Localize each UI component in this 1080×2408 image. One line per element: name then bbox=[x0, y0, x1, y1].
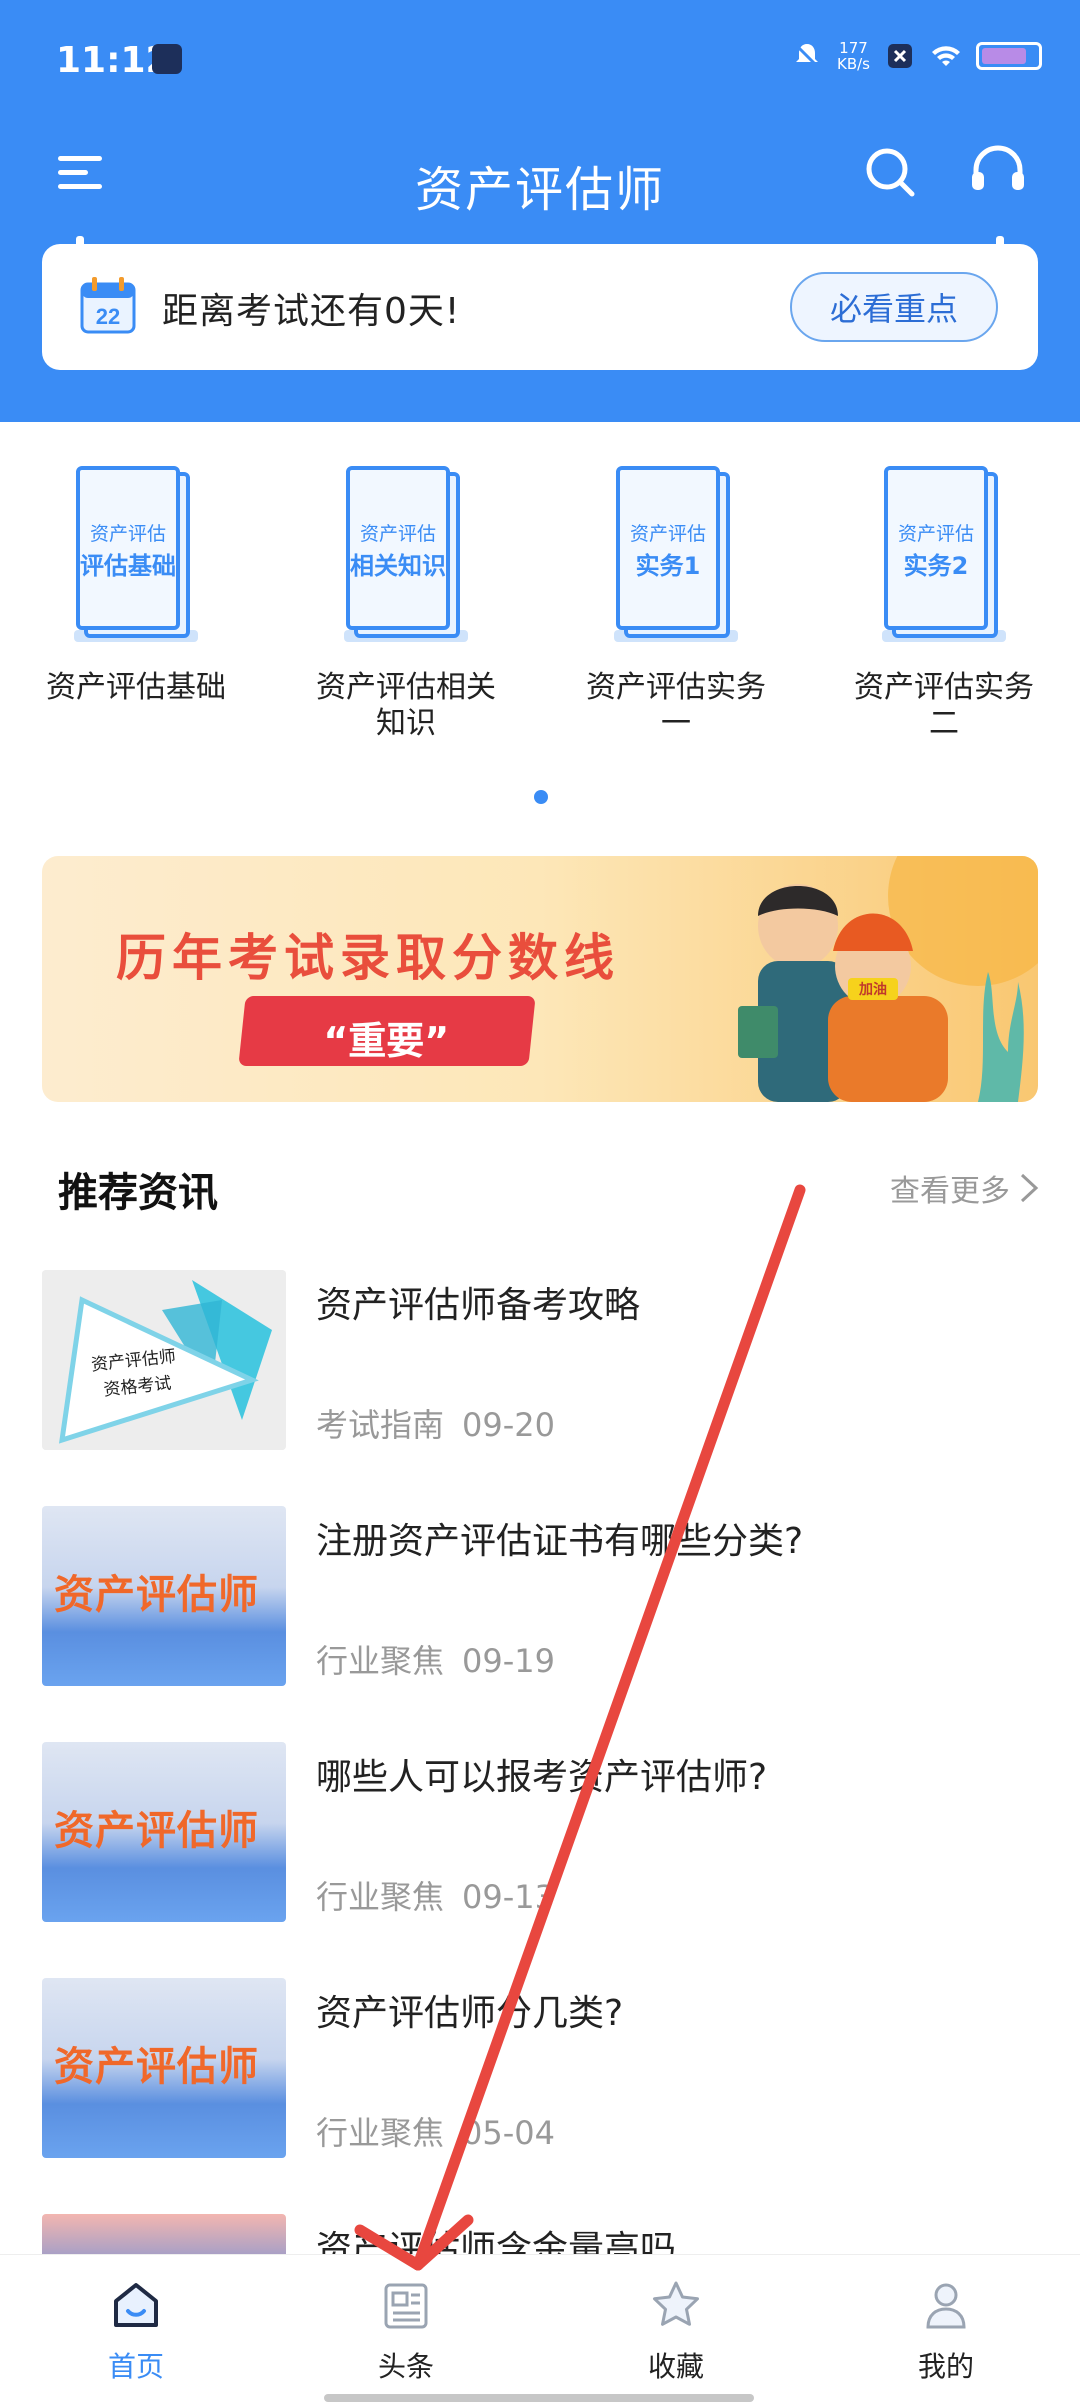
book-item[interactable]: 资产评估 实务2 资产评估实务二 bbox=[834, 460, 1054, 742]
svg-text:资产评估: 资产评估 bbox=[90, 523, 166, 545]
calendar-day: 22 bbox=[96, 304, 120, 329]
banner-tag: “重要” bbox=[238, 996, 536, 1066]
book-label: 资产评估相关知识 bbox=[316, 670, 496, 741]
book-label: 资产评估实务二 bbox=[854, 670, 1034, 741]
tab-label: 头条 bbox=[377, 2350, 434, 2383]
banner-badge: 加油 bbox=[858, 981, 887, 998]
book-item[interactable]: 资产评估 评估基础 资产评估基础 bbox=[26, 460, 246, 706]
status-bar: 11:12 177 KB/s bbox=[0, 0, 1080, 120]
svg-text:评估基础: 评估基础 bbox=[80, 552, 176, 580]
tab-home[interactable]: 首页 bbox=[46, 2277, 226, 2385]
subject-books: 资产评估 评估基础 资产评估基础 资产评估 相关知识 资产评估相关知识 资产评估 bbox=[0, 460, 1080, 760]
svg-text:实务1: 实务1 bbox=[636, 552, 701, 580]
news-thumbnail: 资产评估师 bbox=[42, 1978, 286, 2158]
news-meta: 行业聚焦 09-13 bbox=[316, 1872, 573, 1918]
news-thumbnail: 资产评估师 资格考试 bbox=[42, 1270, 286, 1450]
news-item[interactable]: 资产评估师 注册资产评估证书有哪些分类? 行业聚焦 09-19 bbox=[42, 1506, 1038, 1686]
news-title: 注册资产评估证书有哪些分类? bbox=[316, 1521, 804, 1562]
svg-text:实务2: 实务2 bbox=[904, 552, 969, 580]
thumb-text: 资产评估师 bbox=[54, 1572, 259, 1618]
mute-icon bbox=[793, 42, 821, 70]
tab-profile[interactable]: 我的 bbox=[856, 2277, 1036, 2385]
net-speed-value: 177 bbox=[839, 39, 868, 57]
news-category: 行业聚焦 bbox=[316, 1642, 445, 1680]
news-title: 资产评估师备考攻略 bbox=[316, 1285, 641, 1326]
book-item[interactable]: 资产评估 实务1 资产评估实务一 bbox=[566, 460, 786, 742]
news-date: 05-04 bbox=[462, 2114, 555, 2152]
search-icon[interactable] bbox=[862, 144, 918, 200]
students-illustration: 加油 bbox=[738, 856, 1038, 1102]
svg-text:资产评估: 资产评估 bbox=[898, 523, 974, 545]
headset-icon[interactable] bbox=[968, 144, 1028, 200]
book-item[interactable]: 资产评估 相关知识 资产评估相关知识 bbox=[296, 460, 516, 742]
carousel-page-indicator bbox=[534, 790, 548, 804]
calendar-icon: 22 bbox=[80, 277, 136, 334]
news-meta: 考试指南 09-20 bbox=[316, 1400, 573, 1446]
see-more-label: 查看更多 bbox=[890, 1174, 1010, 1209]
countdown-text: 距离考试还有0天! bbox=[162, 291, 461, 332]
must-see-button[interactable]: 必看重点 bbox=[790, 272, 998, 342]
banner-title: 历年考试录取分数线 bbox=[116, 929, 620, 987]
tab-label: 收藏 bbox=[647, 2350, 704, 2383]
news-item[interactable]: 资产评估师 资产评估师分几类? 行业聚焦 05-04 bbox=[42, 1978, 1038, 2158]
star-icon bbox=[653, 2281, 699, 2326]
status-icons: 177 KB/s bbox=[791, 40, 1042, 72]
svg-text:资产评估: 资产评估 bbox=[630, 523, 706, 545]
chevron-right-icon bbox=[1020, 1173, 1039, 1203]
page-title: 资产评估师 bbox=[414, 162, 665, 218]
news-item[interactable]: 资产评估师 资格考试 资产评估师备考攻略 考试指南 09-20 bbox=[42, 1270, 1038, 1450]
svg-text:相关知识: 相关知识 bbox=[350, 552, 446, 580]
bottom-nav: 首页 头条 收藏 我的 bbox=[0, 2254, 1080, 2408]
news-meta: 行业聚焦 05-04 bbox=[316, 2108, 573, 2154]
news-date: 09-19 bbox=[462, 1642, 555, 1680]
book-label: 资产评估基础 bbox=[46, 670, 226, 705]
sim-icon bbox=[888, 44, 912, 68]
exam-countdown-card: 22 距离考试还有0天! 必看重点 bbox=[42, 236, 1038, 370]
home-indicator bbox=[324, 2394, 754, 2402]
card-pin bbox=[76, 236, 84, 254]
book-label: 资产评估实务一 bbox=[586, 670, 766, 741]
card-pin bbox=[996, 236, 1004, 254]
thumb-text: 资产评估师 bbox=[54, 1808, 259, 1854]
banner-tag-text: “重要” bbox=[323, 1019, 450, 1063]
book-cover-icon: 资产评估 实务1 bbox=[606, 460, 746, 650]
book-cover-icon: 资产评估 相关知识 bbox=[336, 460, 476, 650]
tab-label: 首页 bbox=[107, 2350, 164, 2383]
home-icon bbox=[114, 2283, 158, 2327]
news-date: 09-13 bbox=[462, 1878, 555, 1916]
tab-headlines[interactable]: 头条 bbox=[316, 2277, 496, 2385]
net-speed-unit: KB/s bbox=[837, 55, 870, 73]
news-meta: 行业聚焦 09-19 bbox=[316, 1636, 573, 1682]
news-category: 行业聚焦 bbox=[316, 1878, 445, 1916]
news-thumbnail: 资产评估师 bbox=[42, 1742, 286, 1922]
tab-label: 我的 bbox=[917, 2350, 974, 2383]
score-line-banner[interactable]: 历年考试录取分数线 “重要” 加油 bbox=[42, 856, 1038, 1102]
news-thumbnail: 资产评估师 bbox=[42, 1506, 286, 1686]
section-title: 推荐资讯 bbox=[58, 1170, 218, 1216]
news-icon bbox=[384, 2283, 428, 2329]
book-cover-icon: 资产评估 评估基础 bbox=[66, 460, 206, 650]
see-more-link[interactable]: 查看更多 bbox=[890, 1166, 1040, 1210]
thumb-text: 资产评估师 bbox=[54, 2044, 259, 2090]
profile-icon bbox=[926, 2283, 966, 2329]
news-title: 资产评估师分几类? bbox=[316, 1993, 624, 2034]
app-header: 资产评估师 bbox=[0, 110, 1080, 240]
tab-favorites[interactable]: 收藏 bbox=[586, 2277, 766, 2385]
book-cover-icon: 资产评估 实务2 bbox=[874, 460, 1014, 650]
net-speed: 177 KB/s bbox=[837, 40, 870, 72]
news-title: 哪些人可以报考资产评估师? bbox=[316, 1757, 768, 1798]
news-category: 考试指南 bbox=[316, 1406, 445, 1444]
wifi-icon bbox=[932, 46, 960, 66]
svg-text:资产评估: 资产评估 bbox=[360, 523, 436, 545]
message-icon bbox=[152, 44, 182, 74]
battery-icon bbox=[976, 42, 1042, 70]
news-category: 行业聚焦 bbox=[316, 2114, 445, 2152]
news-date: 09-20 bbox=[462, 1406, 555, 1444]
news-item[interactable]: 资产评估师 哪些人可以报考资产评估师? 行业聚焦 09-13 bbox=[42, 1742, 1038, 1922]
